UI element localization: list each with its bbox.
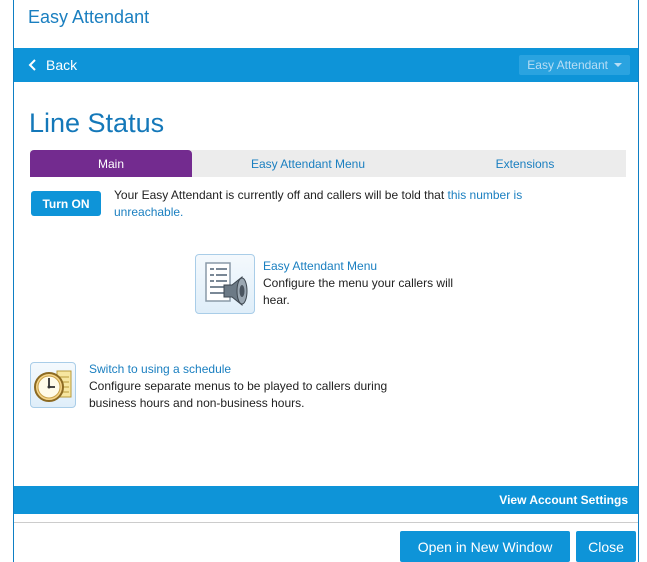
menu-speaker-icon[interactable] — [195, 254, 255, 314]
close-button[interactable]: Close — [576, 531, 636, 562]
open-in-new-window-button[interactable]: Open in New Window — [400, 531, 570, 562]
caret-down-icon — [614, 63, 622, 67]
schedule-description: Configure separate menus to be played to… — [89, 379, 388, 410]
tab-bar: Main Easy Attendant Menu Extensions — [30, 150, 626, 177]
turn-on-button[interactable]: Turn ON — [31, 191, 101, 216]
view-account-settings-link[interactable]: View Account Settings — [499, 486, 628, 514]
window-title: Easy Attendant — [28, 7, 150, 27]
schedule-feature-text: Switch to using a schedule Configure sep… — [89, 361, 419, 412]
tab-main[interactable]: Main — [30, 150, 192, 177]
dialog-window: Easy Attendant Back Easy Attendant Line … — [13, 0, 639, 562]
divider — [14, 522, 638, 523]
chevron-left-icon — [28, 59, 36, 71]
back-label: Back — [46, 57, 78, 73]
status-text: Your Easy Attendant is currently off and… — [114, 188, 448, 202]
back-button[interactable]: Back — [28, 48, 77, 82]
app-switcher-dropdown[interactable]: Easy Attendant — [519, 55, 630, 75]
tab-extensions[interactable]: Extensions — [424, 150, 626, 177]
page-title: Line Status — [29, 108, 165, 138]
nav-bar: Back Easy Attendant — [14, 48, 638, 82]
app-switcher-label: Easy Attendant — [527, 58, 608, 72]
switch-schedule-link[interactable]: Switch to using a schedule — [89, 361, 419, 378]
tab-easy-attendant-menu[interactable]: Easy Attendant Menu — [192, 150, 424, 177]
window-titlebar: Easy Attendant — [14, 0, 638, 36]
menu-description: Configure the menu your callers will hea… — [263, 276, 454, 307]
clock-schedule-icon[interactable] — [30, 362, 76, 408]
footer-bar: View Account Settings — [14, 486, 638, 514]
easy-attendant-menu-link[interactable]: Easy Attendant Menu — [263, 258, 463, 275]
status-message: Your Easy Attendant is currently off and… — [114, 187, 584, 221]
menu-feature-text: Easy Attendant Menu Configure the menu y… — [263, 258, 463, 309]
